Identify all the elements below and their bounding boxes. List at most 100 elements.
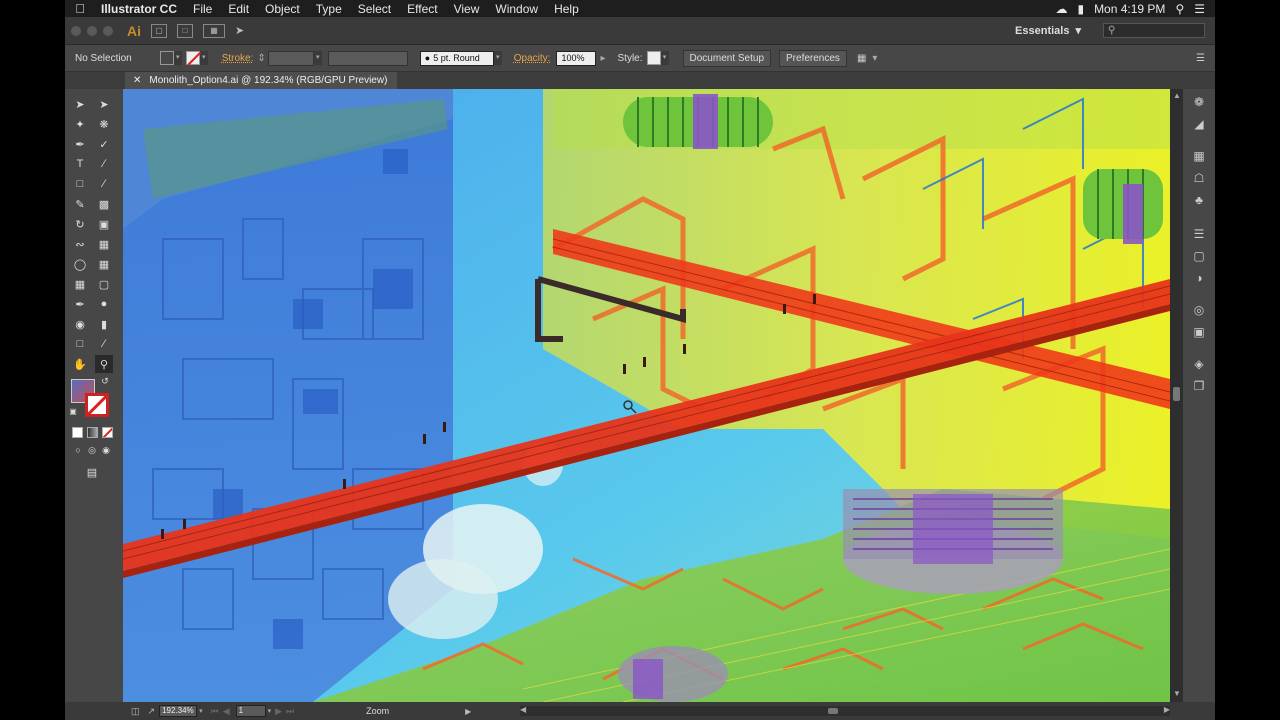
gradient-panel-icon[interactable]: ▢ [1191, 249, 1207, 263]
horizontal-scrollbar[interactable]: ◀ ▶ [520, 705, 1170, 716]
slice-tool-icon[interactable]: ∕ [95, 335, 113, 353]
pen-tool-icon[interactable]: ✒ [71, 135, 89, 153]
graphic-style-swatch[interactable] [646, 51, 661, 65]
hand-tool-icon[interactable]: ✋ [71, 355, 89, 373]
panel-menu-icon[interactable]: ☰ [1196, 53, 1205, 64]
lasso-tool-icon[interactable]: ❋ [95, 115, 113, 133]
artboard-dropdown-icon[interactable]: ▾ [268, 707, 272, 715]
menu-window[interactable]: Window [487, 2, 546, 16]
appearance-icon[interactable]: ◎ [1191, 303, 1207, 317]
preferences-button[interactable]: Preferences [779, 49, 847, 67]
color-guide-icon[interactable]: ◢ [1191, 117, 1207, 131]
scroll-up-icon[interactable]: ▲ [1173, 91, 1181, 100]
arrange-documents-icon[interactable]: ▦ [203, 23, 225, 38]
export-icon[interactable]: ↗ [148, 706, 156, 717]
blend-tool-icon[interactable]: ● [95, 295, 113, 313]
column-graph-tool-icon[interactable]: ▮ [95, 315, 113, 333]
stroke-weight-dropdown[interactable]: ▾ [313, 51, 322, 65]
graphic-styles-icon[interactable]: ▣ [1191, 325, 1207, 339]
document-setup-button[interactable]: Document Setup [682, 49, 772, 67]
stock-icon[interactable]: □ [177, 23, 193, 38]
zoom-window-button[interactable] [103, 25, 113, 36]
artboards-icon[interactable]: ❐ [1191, 379, 1207, 393]
none-mode-icon[interactable] [102, 427, 113, 438]
vertical-scroll-thumb[interactable] [1173, 387, 1180, 401]
zoom-dropdown-icon[interactable]: ▾ [199, 707, 203, 715]
arrange-dropdown-icon[interactable]: ▾ [872, 53, 877, 64]
width-tool-icon[interactable]: ∾ [71, 235, 89, 253]
zoom-tool-icon[interactable]: ⚲ [95, 355, 113, 373]
gradient-mode-icon[interactable] [87, 427, 98, 438]
eyedropper-tool-icon[interactable]: ✒ [71, 295, 89, 313]
menu-edit[interactable]: Edit [220, 2, 257, 16]
draw-behind-icon[interactable]: ◎ [85, 443, 99, 457]
perspective-grid-tool-icon[interactable]: ▦ [95, 255, 113, 273]
color-panel-icon[interactable]: ❁ [1191, 95, 1207, 109]
paintbrush-tool-icon[interactable]: ∕ [95, 175, 113, 193]
shape-builder-tool-icon[interactable]: ◯ [71, 255, 89, 273]
symbols-icon[interactable]: ♣ [1191, 193, 1207, 207]
opacity-arrow-icon[interactable]: ▸ [600, 53, 605, 64]
free-transform-tool-icon[interactable]: ▦ [95, 235, 113, 253]
layers-icon[interactable]: ◈ [1191, 357, 1207, 371]
brush-dropdown[interactable]: ▾ [493, 51, 502, 65]
last-artboard-icon[interactable]: ⏭ [286, 706, 294, 717]
stroke-weight-field[interactable] [267, 50, 314, 66]
next-artboard-icon[interactable]: ▶ [275, 706, 282, 717]
scroll-right-icon[interactable]: ▶ [1164, 705, 1170, 714]
menu-object[interactable]: Object [257, 2, 308, 16]
selection-tool-icon[interactable]: ➤ [71, 95, 89, 113]
screen-mode-icon[interactable]: ▤ [83, 463, 101, 481]
line-tool-icon[interactable]: ∕ [95, 155, 113, 173]
transparency-icon[interactable]: ◑ [1191, 271, 1207, 285]
previous-artboard-icon[interactable]: ◀ [223, 706, 230, 717]
first-artboard-icon[interactable]: ⏮ [211, 706, 219, 717]
opacity-field[interactable]: 100% [556, 50, 597, 66]
menu-effect[interactable]: Effect [399, 2, 445, 16]
curvature-tool-icon[interactable]: ✓ [95, 135, 113, 153]
brushes-icon[interactable]: ☖ [1191, 171, 1207, 185]
stroke-stepper[interactable]: ⇕ [257, 53, 265, 64]
menu-view[interactable]: View [446, 2, 488, 16]
arrange-icon[interactable]: ▦ [857, 53, 866, 64]
swap-fill-stroke-icon[interactable]: ↺ [99, 375, 111, 387]
type-tool-icon[interactable]: T [71, 155, 89, 173]
battery-icon[interactable]: ▮ [1077, 2, 1084, 16]
draw-normal-icon[interactable]: ○ [71, 443, 85, 457]
rectangle-tool-icon[interactable]: □ [71, 175, 89, 193]
artboard-tool-icon[interactable]: □ [71, 335, 89, 353]
document-tab[interactable]: ✕ Monolith_Option4.ai @ 192.34% (RGB/GPU… [125, 72, 398, 89]
search-icon[interactable]: ⚲ [1175, 2, 1184, 16]
status-menu-icon[interactable]: ▶ [465, 707, 471, 716]
stroke-panel-icon[interactable]: ☰ [1191, 227, 1207, 241]
scroll-left-icon[interactable]: ◀ [520, 705, 526, 714]
magic-wand-tool-icon[interactable]: ✦ [71, 115, 89, 133]
variable-width-profile[interactable] [327, 50, 408, 66]
help-search-input[interactable]: ⚲ [1103, 23, 1205, 38]
stroke-label[interactable]: Stroke: [222, 53, 254, 64]
fill-dropdown[interactable]: ▾ [173, 51, 182, 65]
workspace-switcher[interactable]: Essentials ▾ ⚲ [1015, 23, 1215, 38]
default-colors-icon[interactable]: ▣ [67, 405, 79, 417]
apple-icon[interactable]:  [65, 1, 95, 16]
stroke-swatch[interactable] [185, 51, 201, 67]
artboard-canvas[interactable] [123, 89, 1170, 702]
bridge-icon[interactable]: ▢ [151, 23, 167, 38]
minimize-window-button[interactable] [87, 25, 97, 36]
scroll-down-icon[interactable]: ▼ [1173, 689, 1181, 698]
menu-app-name[interactable]: Illustrator CC [95, 2, 185, 16]
eraser-tool-icon[interactable]: ▩ [95, 195, 113, 213]
menu-help[interactable]: Help [546, 2, 587, 16]
style-dropdown[interactable]: ▾ [660, 51, 669, 65]
gpu-performance-icon[interactable]: ➤ [235, 24, 244, 37]
mesh-tool-icon[interactable]: ▦ [71, 275, 89, 293]
fill-swatch[interactable] [159, 51, 174, 65]
opacity-label[interactable]: Opacity: [514, 53, 551, 64]
brush-definition[interactable]: ● 5 pt. Round [419, 50, 494, 66]
artboard-number-field[interactable]: 1 [235, 705, 266, 717]
pencil-tool-icon[interactable]: ✎ [71, 195, 89, 213]
zoom-level-field[interactable]: 192.34% [159, 705, 198, 717]
menu-select[interactable]: Select [350, 2, 399, 16]
symbol-sprayer-tool-icon[interactable]: ◉ [71, 315, 89, 333]
menu-type[interactable]: Type [308, 2, 350, 16]
